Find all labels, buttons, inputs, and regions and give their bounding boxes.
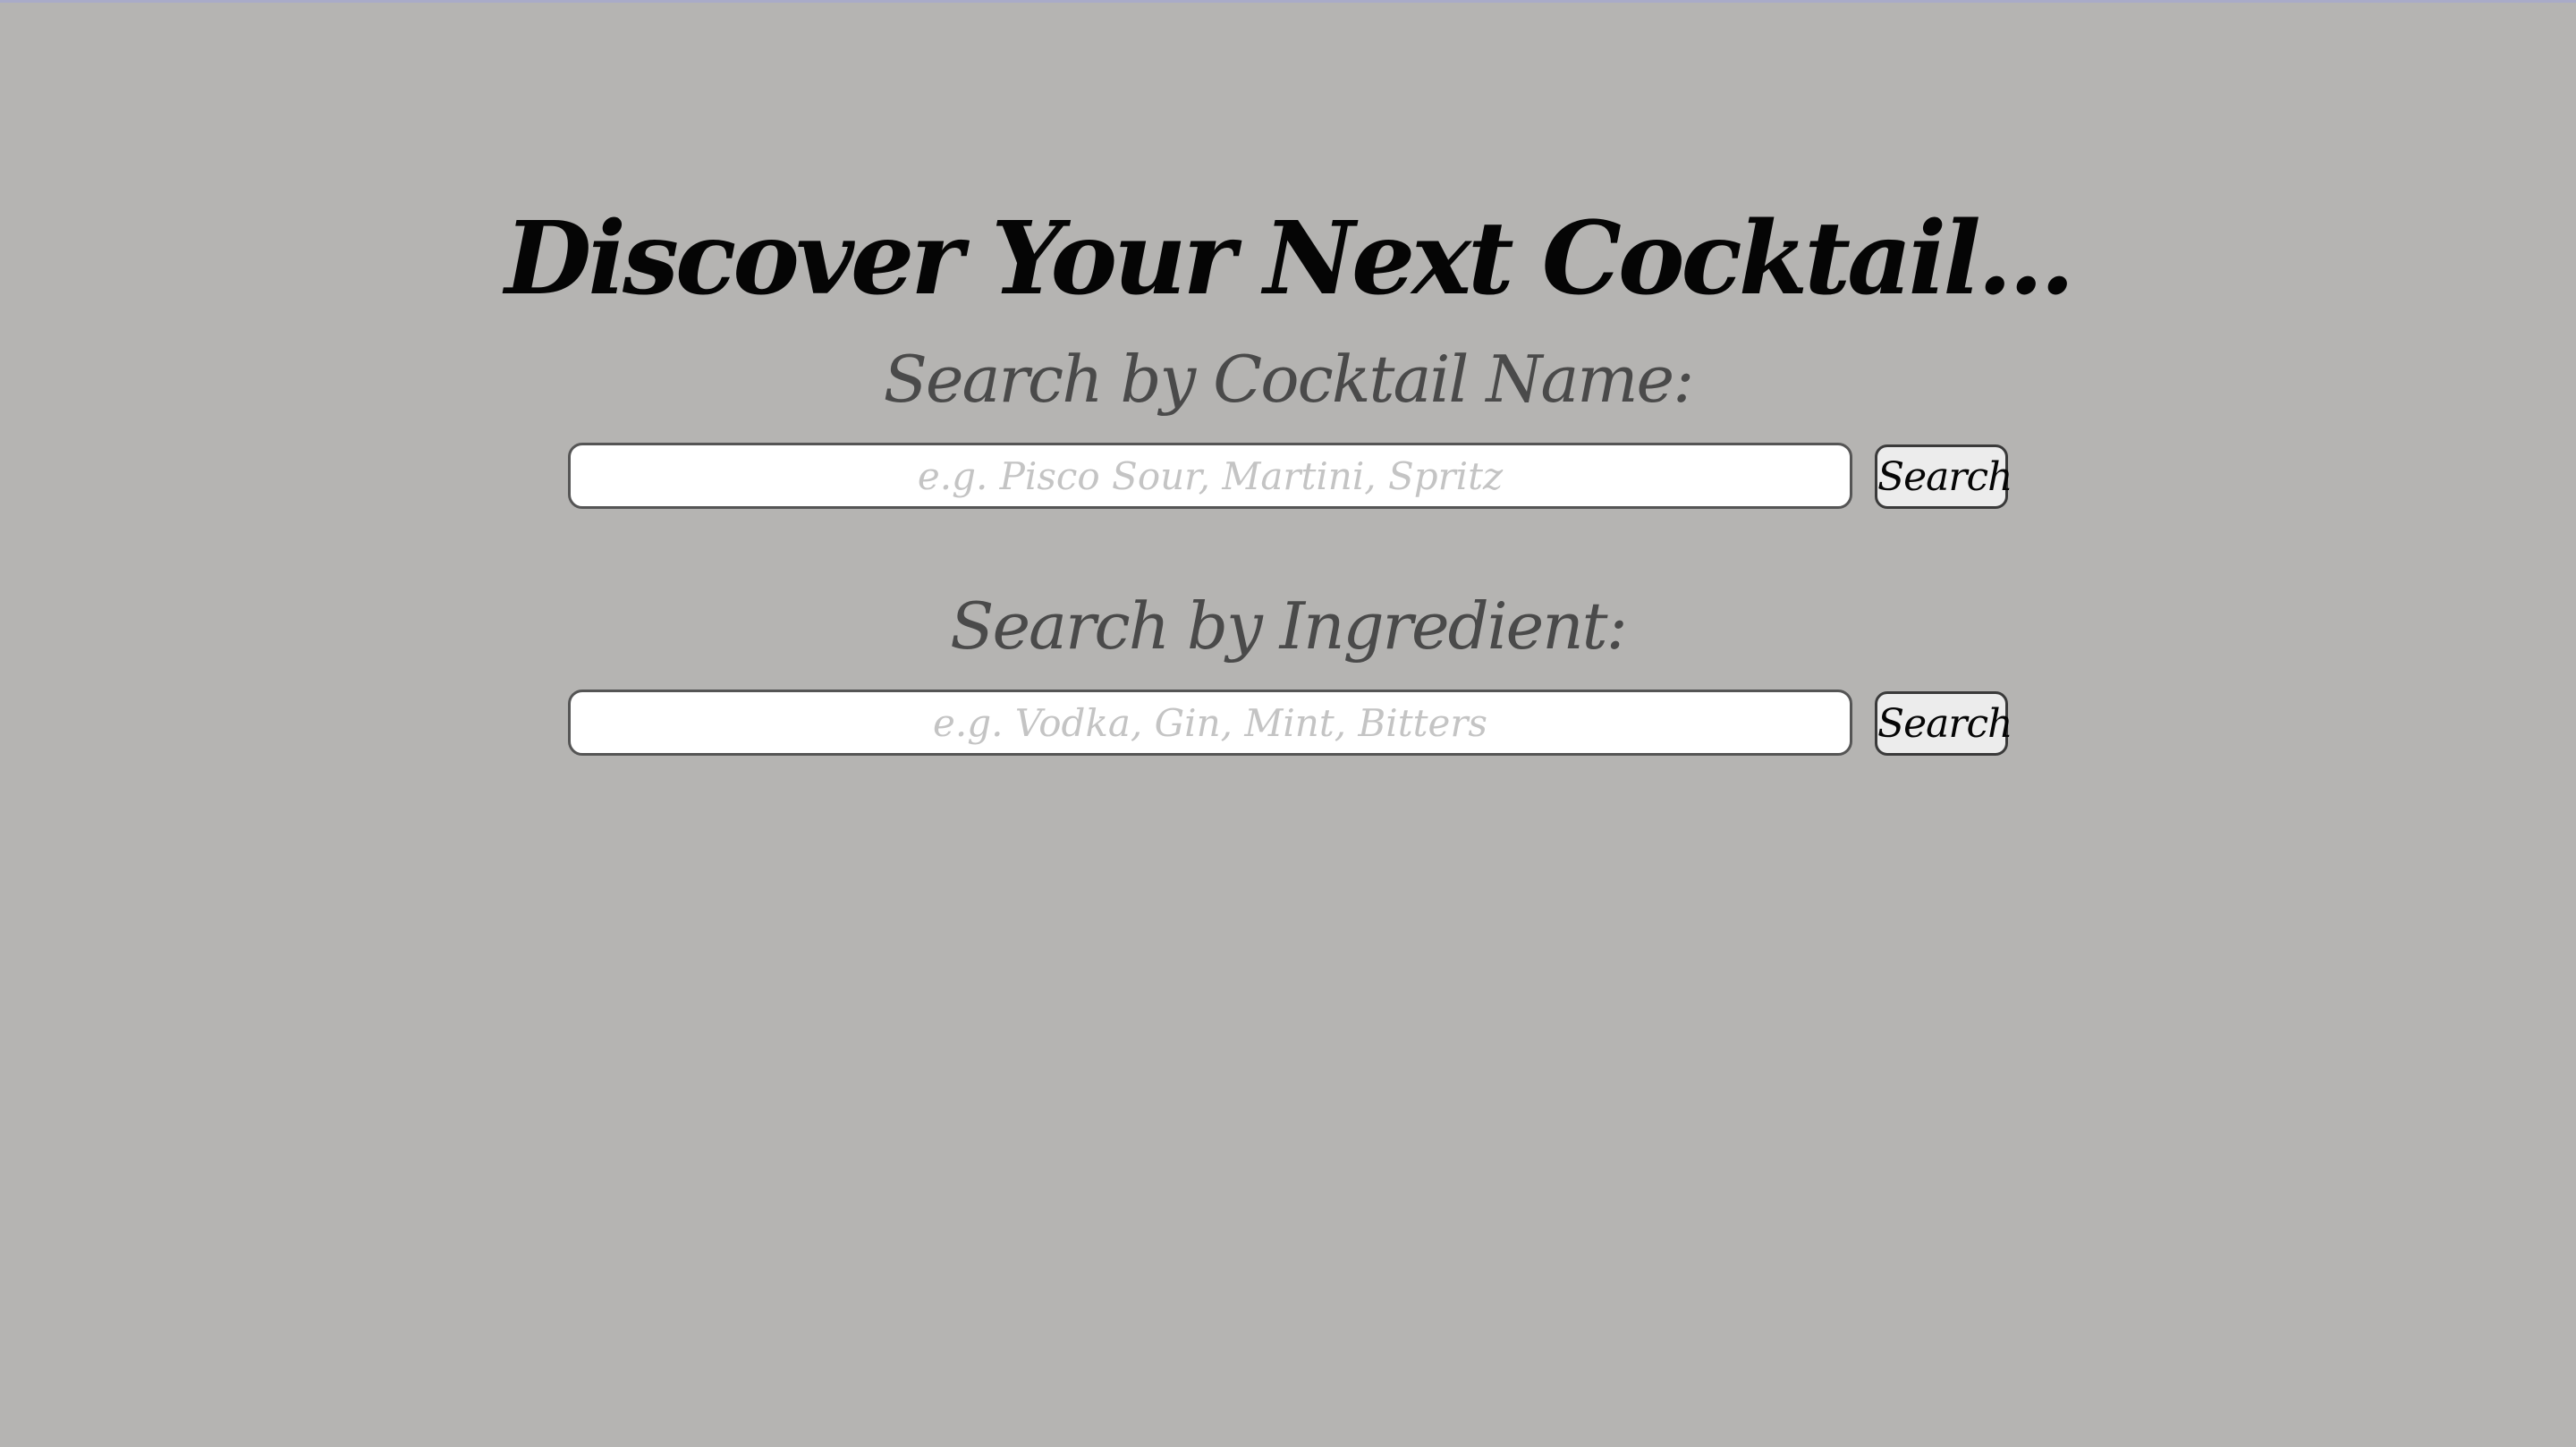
cocktail-name-search-button[interactable]: Search (1875, 444, 2012, 509)
cocktail-search-page: Discover Your Next Cocktail... Search by… (0, 0, 2576, 1447)
cocktail-name-search-row: Search (568, 443, 2012, 511)
cocktail-name-search-label: Search by Cocktail Name: (883, 342, 1695, 417)
ingredient-search-row: Search (568, 690, 2012, 757)
page-title: Discover Your Next Cocktail... (504, 200, 2074, 318)
cocktail-name-search-input[interactable] (568, 443, 1852, 509)
ingredient-search-button[interactable]: Search (1875, 691, 2012, 756)
ingredient-search-input[interactable] (568, 690, 1852, 756)
ingredient-search-label: Search by Ingredient: (950, 588, 1628, 664)
